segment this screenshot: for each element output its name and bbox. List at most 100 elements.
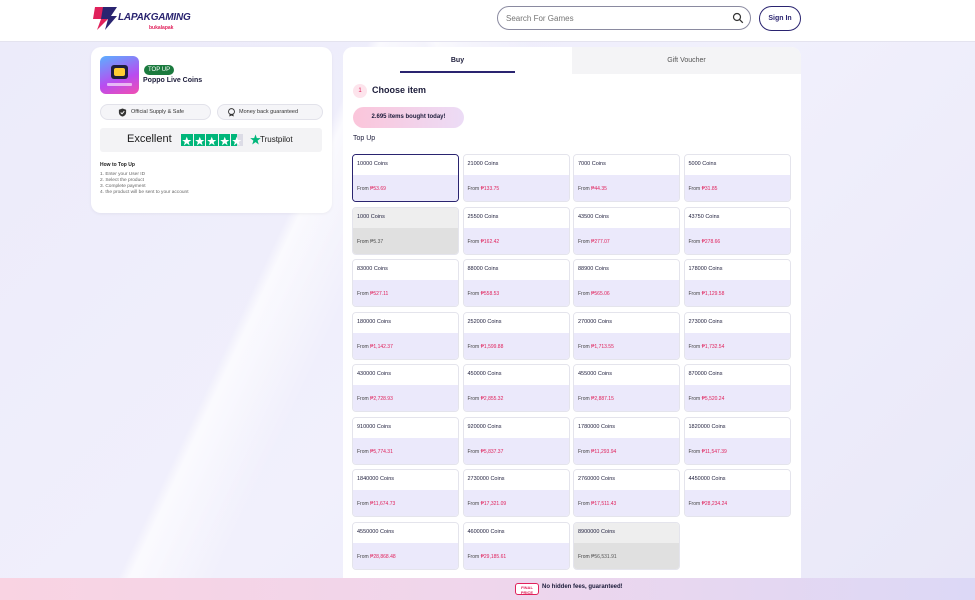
coin-item-name: 5000 Coins — [688, 161, 717, 167]
coin-item-header: 870000 Coins — [684, 365, 790, 385]
coin-item-header: 4600000 Coins — [463, 522, 569, 543]
topup-section-label: Top Up — [353, 135, 376, 142]
coin-item-card[interactable]: 455000 Coins From ₱2,887.15 — [573, 364, 680, 412]
price-value: ₱44.35 — [591, 186, 607, 192]
from-label: From — [578, 343, 590, 350]
coin-item-price: From ₱5,837.37 — [468, 449, 504, 455]
coin-item-card[interactable]: 270000 Coins From ₱1,713.55 — [573, 311, 680, 360]
coin-item-card[interactable]: 2730000 Coins From ₱17,321.09 — [462, 469, 570, 517]
lapakgaming-logo[interactable]: LAPAKGAMING bukalapak — [91, 5, 201, 33]
coin-item-card[interactable]: 1000 Coins From ₱5.37 — [352, 206, 459, 255]
price-value: ₱29,185.61 — [480, 553, 507, 560]
trustpilot-widget[interactable]: Excellent Trustpilot — [100, 128, 322, 152]
coin-item-card[interactable]: 43750 Coins From ₱278.66 — [683, 206, 791, 255]
price-value: ₱2,887.15 — [591, 396, 614, 402]
coin-item-header: 1000 Coins — [353, 207, 458, 228]
search-box[interactable] — [497, 6, 751, 30]
price-value: ₱1,713.55 — [591, 343, 614, 350]
from-label: From — [467, 343, 480, 350]
search-input[interactable] — [506, 10, 726, 26]
coin-item-card[interactable]: 1840000 Coins From ₱11,674.73 — [352, 469, 459, 517]
trustpilot-star — [206, 134, 218, 146]
coin-item-card[interactable]: 21000 Coins From ₱133.75 — [462, 154, 570, 202]
coin-item-price: From ₱1,732.54 — [689, 344, 725, 350]
coin-item-name: 43750 Coins — [688, 213, 720, 220]
topup-badge: TOP UP — [144, 65, 175, 75]
coin-item-name: 273000 Coins — [688, 318, 723, 325]
coin-item-card[interactable]: 430000 Coins From ₱2,728.93 — [352, 364, 459, 412]
from-label: From — [578, 186, 590, 192]
coin-item-card[interactable]: 25500 Coins From ₱162.42 — [462, 206, 570, 255]
product-info-card: TOP UP Poppo Live Coins Official Supply … — [91, 47, 332, 213]
coin-item-card[interactable]: 43500 Coins From ₱277.07 — [573, 206, 680, 255]
coin-item-header: 450000 Coins — [463, 365, 569, 385]
coin-item-card[interactable]: 4550000 Coins From ₱28,868.48 — [352, 521, 459, 570]
coin-item-name: 870000 Coins — [688, 371, 723, 377]
coin-item-card[interactable]: 8900000 Coins From ₱56,531.91 — [573, 521, 680, 570]
shield-check-icon — [118, 108, 127, 117]
coin-item-name: 430000 Coins — [357, 371, 391, 377]
from-label: From — [357, 291, 369, 297]
from-label: From — [578, 238, 590, 245]
coin-item-price: From ₱11,293.94 — [578, 449, 616, 455]
howto-steps: 1. Enter your User ID 2. Select the prod… — [100, 172, 189, 196]
from-label: From — [688, 291, 701, 297]
price-value: ₱2,855.32 — [480, 396, 504, 402]
coin-item-price: From ₱2,728.93 — [357, 396, 393, 402]
coin-item-header: 88900 Coins — [574, 260, 679, 280]
coin-item-name: 25500 Coins — [467, 213, 499, 220]
coin-item-card[interactable]: 88900 Coins From ₱565.06 — [573, 259, 680, 307]
tab-gift-voucher[interactable]: Gift Voucher — [572, 47, 801, 74]
coin-item-card[interactable]: 10000 Coins From ₱53.69 — [352, 154, 459, 202]
coin-item-header: 920000 Coins — [463, 417, 569, 438]
coin-item-card[interactable]: 870000 Coins From ₱5,520.24 — [683, 364, 791, 412]
from-label: From — [467, 238, 480, 245]
price-value: ₱5,774.31 — [370, 448, 393, 455]
coin-item-price: From ₱2,855.32 — [468, 396, 504, 402]
coin-item-name: 910000 Coins — [357, 423, 391, 430]
coin-item-card[interactable]: 2760000 Coins From ₱17,511.43 — [573, 469, 680, 517]
coin-item-card[interactable]: 88000 Coins From ₱558.53 — [462, 259, 570, 307]
coin-item-price: From ₱17,321.09 — [468, 501, 507, 507]
trustpilot-stars — [181, 134, 243, 146]
coin-item-name: 178000 Coins — [688, 266, 723, 272]
coin-item-card[interactable]: 450000 Coins From ₱2,855.32 — [462, 364, 570, 412]
coin-item-card[interactable]: 4450000 Coins From ₱28,234.24 — [683, 469, 791, 517]
coin-item-header: 21000 Coins — [463, 155, 569, 175]
coin-item-name: 4550000 Coins — [357, 528, 395, 535]
coin-item-card[interactable]: 1780000 Coins From ₱11,293.94 — [573, 416, 680, 465]
coin-item-price: From ₱29,185.61 — [468, 554, 507, 560]
from-label: From — [357, 343, 369, 350]
money-back-text: Money back guaranteed — [239, 109, 299, 115]
coin-item-name: 180000 Coins — [357, 318, 391, 325]
from-label: From — [357, 448, 369, 455]
coin-item-card[interactable]: 7000 Coins From ₱44.35 — [573, 154, 680, 202]
trustpilot-logo-text: Trustpilot — [260, 135, 293, 144]
coin-item-card[interactable]: 178000 Coins From ₱1,129.58 — [683, 259, 791, 307]
sign-in-button[interactable]: Sign In — [759, 6, 801, 31]
coin-item-card[interactable]: 273000 Coins From ₱1,732.54 — [683, 311, 791, 360]
coin-item-card[interactable]: 1820000 Coins From ₱11,547.39 — [683, 416, 791, 465]
coin-item-card[interactable]: 4600000 Coins From ₱29,185.61 — [462, 521, 570, 570]
from-label: From — [578, 553, 590, 560]
from-label: From — [688, 343, 701, 350]
price-value: ₱28,234.24 — [701, 501, 728, 507]
coin-item-price: From ₱133.75 — [468, 186, 500, 192]
howto-step: 4. the product will be sent to your acco… — [100, 190, 189, 195]
official-supply-pill: Official Supply & Safe — [100, 104, 211, 120]
coin-item-card[interactable]: 920000 Coins From ₱5,837.37 — [462, 416, 570, 465]
price-value: ₱133.75 — [480, 186, 500, 192]
coin-item-card[interactable]: 180000 Coins From ₱1,142.37 — [352, 311, 459, 360]
choose-item-title: Choose item — [372, 85, 427, 95]
from-label: From — [467, 291, 480, 297]
coin-item-card[interactable]: 5000 Coins From ₱31.85 — [683, 154, 791, 202]
trustpilot-star — [193, 134, 206, 146]
coin-item-header: 8900000 Coins — [574, 522, 679, 543]
tab-buy[interactable]: Buy — [343, 47, 572, 74]
coin-item-card[interactable]: 252000 Coins From ₱1,599.88 — [462, 311, 570, 360]
coin-item-name: 2760000 Coins — [578, 476, 616, 482]
coin-item-card[interactable]: 83000 Coins From ₱527.11 — [352, 259, 459, 307]
search-icon[interactable] — [732, 12, 744, 24]
money-back-pill: Money back guaranteed — [217, 104, 323, 120]
coin-item-card[interactable]: 910000 Coins From ₱5,774.31 — [352, 416, 459, 465]
